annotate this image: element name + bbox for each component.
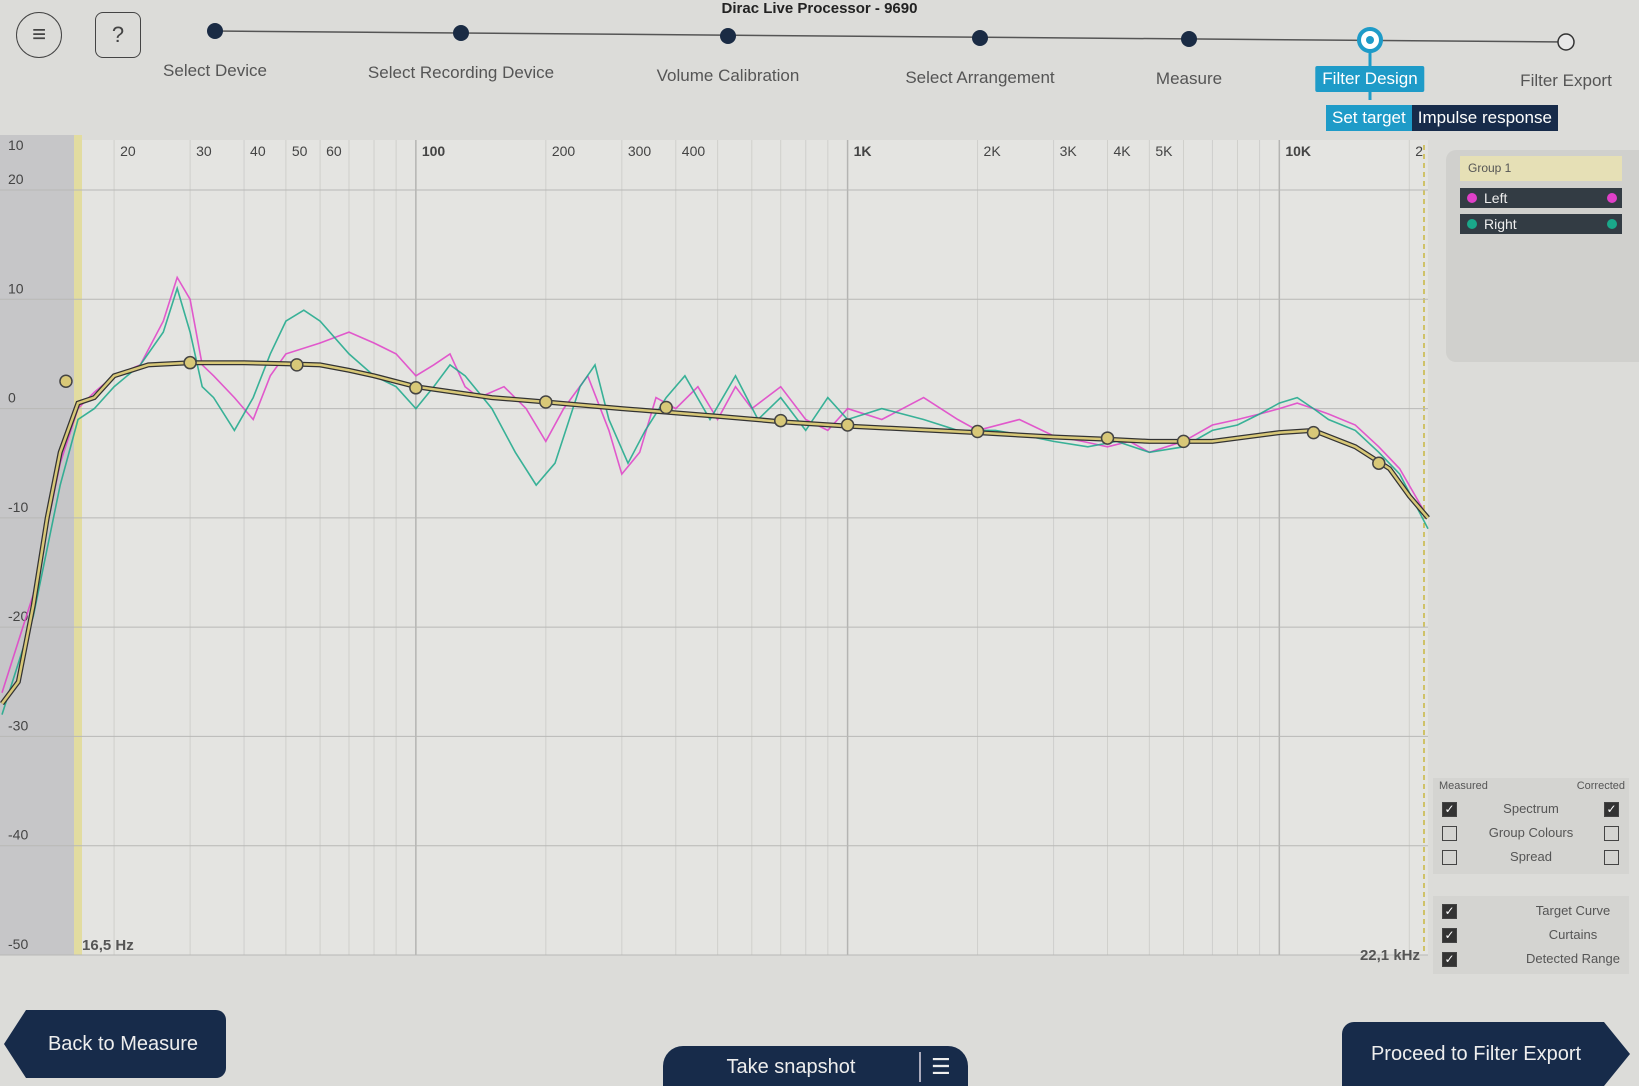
x-tick-label: 3K [1060,143,1078,159]
spectrum-corrected-checkbox[interactable]: ✓ [1604,802,1619,817]
target-gain-handle[interactable] [59,374,73,388]
x-tick-label: 1K [854,143,872,159]
y-top-label: 10 [8,137,24,153]
take-snapshot-label: Take snapshot [726,1056,856,1078]
target-curve-checkbox[interactable]: ✓ [1442,904,1457,919]
target-handle[interactable] [970,424,985,439]
left-color-dot-right [1607,193,1617,203]
snapshot-list-icon[interactable]: ☰ [931,1054,951,1080]
y-tick-label: 10 [8,280,24,296]
display-options-panel: Measured Corrected Spectrum ✓ ✓ Group Co… [1433,778,1629,874]
left-color-dot [1467,193,1477,203]
y-tick-label: 0 [8,390,16,406]
x-tick-label: 400 [682,143,706,159]
target-handle[interactable] [773,413,788,428]
target-handle[interactable] [1306,425,1321,440]
target-handle[interactable] [1176,434,1191,449]
y-tick-label: 20 [8,171,24,187]
spread-label: Spread [1510,849,1552,864]
detected-range-checkbox[interactable]: ✓ [1442,952,1457,967]
target-handle[interactable] [409,381,423,395]
target-handle[interactable] [840,418,855,432]
x-tick-label: 4K [1114,143,1132,159]
high-curtain-label: 22,1 kHz [1360,947,1420,964]
frequency-response-chart[interactable]: 20100-10-20-30-40-5010 20 30 40 50 60 100 200 30… [0,0,1639,980]
y-tick-label: -30 [8,717,28,733]
target-curve-row: ✓ Target Curve [1433,900,1629,922]
y-tick-label: -10 [8,499,28,515]
target-handle[interactable] [290,358,304,372]
spectrum-measured-checkbox[interactable]: ✓ [1442,802,1457,817]
x-tick-label: 200 [552,143,576,159]
x-tick-label: 2 [1415,143,1423,159]
channel-left-label: Left [1484,190,1508,206]
group-colours-row: Group Colours [1433,822,1629,844]
x-tick-label: 50 [292,143,308,159]
curtains-label: Curtains [1548,927,1598,942]
x-tick-label: 30 [196,143,212,159]
spectrum-label: Spectrum [1503,801,1559,816]
target-handle[interactable] [1372,456,1386,470]
detected-range-row: ✓ Detected Range [1433,948,1629,970]
target-handle[interactable] [1100,431,1115,445]
channel-right-label: Right [1484,216,1517,232]
x-tick-label: 10K [1285,143,1311,159]
channel-left[interactable]: Left [1460,188,1622,208]
x-tick-label: 40 [250,143,266,159]
group-colours-measured-checkbox[interactable] [1442,826,1457,841]
group-title: Group 1 [1460,156,1622,181]
y-tick-label: -40 [8,827,28,843]
curtains-checkbox[interactable]: ✓ [1442,928,1457,943]
channel-right[interactable]: Right [1460,214,1622,234]
group-colours-corrected-checkbox[interactable] [1604,826,1619,841]
detected-range-label: Detected Range [1526,951,1620,966]
channel-group-panel: Group 1 Left Right [1446,150,1639,362]
spectrum-row: Spectrum ✓ ✓ [1433,798,1629,820]
corrected-header: Corrected [1576,780,1625,792]
y-tick-label: -50 [8,936,28,952]
group-colours-label: Group Colours [1488,825,1574,840]
low-curtain-label: 16,5 Hz [82,937,134,954]
right-color-dot [1467,219,1477,229]
x-tick-label: 2K [984,143,1002,159]
spread-row: Spread [1433,846,1629,868]
spread-corrected-checkbox[interactable] [1604,850,1619,865]
target-handle[interactable] [183,355,197,370]
snapshot-divider [919,1052,921,1082]
measured-header: Measured [1439,780,1488,792]
overlay-options-panel: ✓ Target Curve ✓ Curtains ✓ Detected Ran… [1433,896,1629,974]
spread-measured-checkbox[interactable] [1442,850,1457,865]
plot-area [2,140,1428,955]
target-handle[interactable] [659,400,673,415]
take-snapshot-button[interactable]: Take snapshot ☰ [663,1046,968,1086]
low-curtain-handle [74,135,83,955]
target-curve-label: Target Curve [1535,903,1611,918]
right-color-dot-right [1607,219,1617,229]
x-tick-label: 300 [628,143,652,159]
back-to-measure-button[interactable]: Back to Measure [4,1010,226,1078]
proceed-to-filter-export-button[interactable]: Proceed to Filter Export [1342,1022,1630,1086]
target-handle[interactable] [539,395,553,409]
x-tick-label: 20 [120,143,136,159]
x-tick-label: 100 [422,143,446,159]
curtains-row: ✓ Curtains [1433,924,1629,946]
x-tick-label: 60 [326,143,342,159]
x-tick-label: 5K [1155,143,1173,159]
